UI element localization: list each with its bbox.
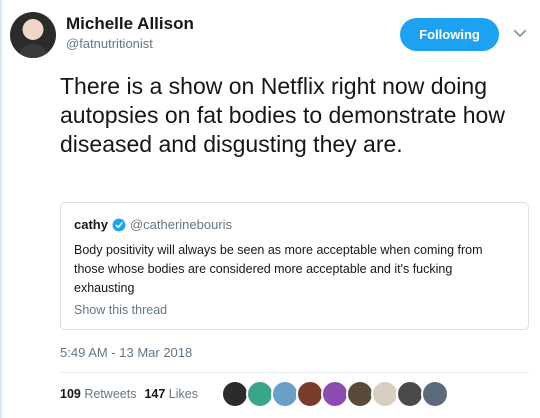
author-handle[interactable]: @fatnutritionist xyxy=(66,36,153,52)
stats-divider xyxy=(60,372,529,373)
tweet-timestamp[interactable]: 5:49 AM - 13 Mar 2018 xyxy=(60,345,192,360)
liker-avatar[interactable] xyxy=(421,380,449,408)
quoted-text: Body positivity will always be seen as m… xyxy=(74,243,483,295)
quoted-tweet[interactable]: cathy @catherinebouris Body positivity w… xyxy=(60,202,529,330)
liker-avatar[interactable] xyxy=(396,380,424,408)
likes-label: Likes xyxy=(168,387,198,401)
tweet-stats: 109 Retweets 147 Likes xyxy=(60,387,198,401)
liker-avatars xyxy=(221,380,449,408)
retweets-label: Retweets xyxy=(84,387,137,401)
show-thread-link[interactable]: Show this thread xyxy=(74,303,167,317)
liker-avatar[interactable] xyxy=(221,380,249,408)
likes-stat[interactable]: 147 Likes xyxy=(144,387,198,401)
quoted-header: cathy @catherinebouris xyxy=(74,217,232,233)
following-button[interactable]: Following xyxy=(400,18,499,51)
likes-count: 147 xyxy=(144,387,166,401)
liker-avatar[interactable] xyxy=(296,380,324,408)
tweet-text: There is a show on Netflix right now doi… xyxy=(60,73,505,157)
liker-avatar[interactable] xyxy=(246,380,274,408)
liker-avatar[interactable] xyxy=(371,380,399,408)
verified-badge-icon xyxy=(112,218,126,232)
chevron-down-icon[interactable] xyxy=(511,24,529,42)
thread-line xyxy=(0,0,2,418)
author-avatar[interactable] xyxy=(10,12,56,58)
quoted-author-handle: @catherinebouris xyxy=(129,217,233,232)
liker-avatar[interactable] xyxy=(271,380,299,408)
liker-avatar[interactable] xyxy=(321,380,349,408)
author-name[interactable]: Michelle Allison xyxy=(66,14,194,34)
retweets-stat[interactable]: 109 Retweets xyxy=(60,387,136,401)
quoted-author-name: cathy xyxy=(74,217,108,232)
retweets-count: 109 xyxy=(60,387,81,401)
liker-avatar[interactable] xyxy=(346,380,374,408)
